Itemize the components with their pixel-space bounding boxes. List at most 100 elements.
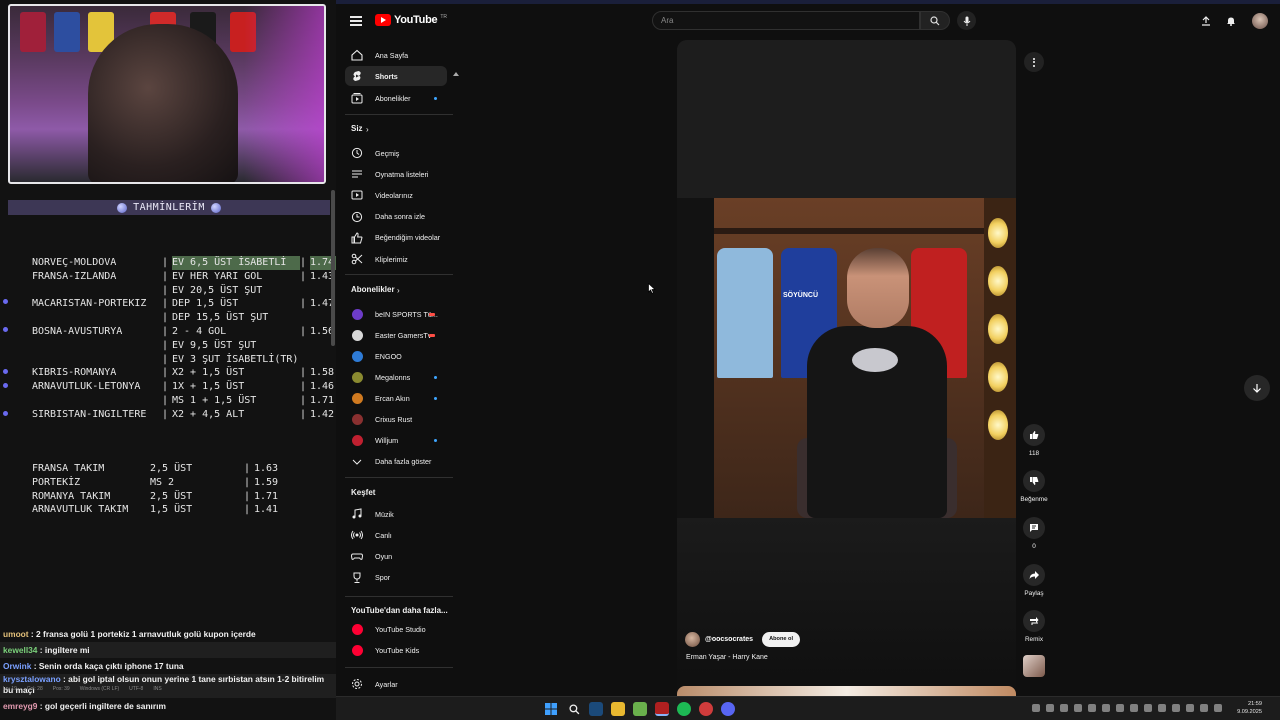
tray-icon[interactable] (1060, 704, 1068, 712)
tray-icon[interactable] (1102, 704, 1110, 712)
subscription-channel[interactable]: Crixus Rust (345, 410, 447, 430)
next-short-button[interactable] (1244, 375, 1270, 401)
status-item: Ln: 19 (3, 686, 17, 692)
start-icon[interactable] (544, 702, 558, 716)
tray-icon[interactable] (1172, 704, 1180, 712)
chat-username[interactable]: krysztalowano (3, 674, 61, 684)
more-actions-button[interactable] (1024, 52, 1044, 72)
channel-avatar (351, 350, 363, 362)
section-you[interactable]: Siz (351, 124, 363, 133)
city-shirt (717, 248, 773, 378)
notepad-icon[interactable] (633, 702, 647, 716)
channel-avatar (351, 414, 363, 426)
sidebar-item-like[interactable]: Beğendiğim videolar (345, 228, 447, 248)
sidebar-item-gaming[interactable]: Oyun (345, 546, 447, 566)
remix-button[interactable] (1023, 610, 1045, 632)
notifications-icon[interactable] (1224, 14, 1238, 28)
sound-thumbnail[interactable] (1023, 655, 1045, 677)
channel-avatar (351, 350, 363, 362)
channel-avatar (351, 329, 363, 341)
sidebar-item-live[interactable]: Canlı (345, 525, 447, 545)
sidebar-item-history[interactable]: Geçmiş (345, 143, 447, 163)
chat-username[interactable]: Orwink (3, 661, 31, 671)
subscription-channel[interactable]: Megalonns (345, 367, 447, 387)
sidebar-item-settings[interactable]: Ayarlar (345, 674, 447, 694)
new-content-dot (434, 396, 437, 400)
bet-match (32, 353, 162, 367)
subscription-channel[interactable]: Willjum (345, 431, 447, 451)
tray-icon[interactable] (1088, 704, 1096, 712)
tray-icon[interactable] (1046, 704, 1054, 712)
short-video[interactable]: SÖYÜNCÜ (677, 198, 1016, 518)
opera-gx-icon[interactable] (655, 702, 669, 716)
youtube-app-link[interactable]: YouTube Studio (345, 619, 447, 639)
subscription-channel[interactable]: ENGOO (345, 346, 447, 366)
section-subscriptions[interactable]: Abonelikler (351, 285, 395, 294)
share-button[interactable] (1023, 564, 1045, 586)
subscription-channel[interactable]: beIN SPORTS Tü... (345, 304, 447, 324)
sidebar-item-music[interactable]: Müzik (345, 504, 447, 524)
sidebar-item-label: Ana Sayfa (375, 50, 409, 60)
next-short-preview[interactable] (677, 686, 1016, 696)
search-button[interactable] (920, 11, 950, 30)
dislike-button[interactable] (1023, 470, 1045, 492)
chevron-right-icon: › (366, 125, 369, 134)
discord-icon[interactable] (721, 702, 735, 716)
channel-avatar[interactable] (685, 632, 700, 647)
subscription-channel[interactable]: Easter GamersTv (345, 325, 447, 345)
tray-icon[interactable] (1144, 704, 1152, 712)
show-more-button[interactable]: Daha fazla göster (345, 452, 447, 472)
section-more-from-youtube[interactable]: YouTube'dan daha fazla... (351, 606, 448, 615)
sidebar-item-subscriptions[interactable]: Abonelikler (345, 88, 447, 108)
sidebar-item-trophy[interactable]: Spor (345, 568, 447, 588)
subscribe-button[interactable]: Abone ol (762, 632, 801, 647)
spotify-icon[interactable] (677, 702, 691, 716)
tray-icon[interactable] (1214, 704, 1222, 712)
subscription-channel[interactable]: Ercan Akın (345, 388, 447, 408)
tray-icon[interactable] (1074, 704, 1082, 712)
chat-username[interactable]: umoot (3, 629, 29, 639)
chat-message: emreyg9 : gol geçerli ingiltere de sanır… (0, 698, 336, 714)
tray-icon[interactable] (1130, 704, 1138, 712)
menu-icon[interactable] (350, 16, 362, 26)
channel-name[interactable]: @oocsocrates (705, 636, 753, 643)
upload-icon[interactable] (1199, 14, 1213, 28)
chat-username[interactable]: emreyg9 (3, 701, 37, 711)
file-explorer-icon[interactable] (611, 702, 625, 716)
sidebar-item-playlist[interactable]: Oynatma listeleri (345, 164, 447, 184)
clock[interactable]: 21:59 9.09.2025 (1237, 700, 1262, 716)
sidebar-item-watch-later[interactable]: Daha sonra izle (345, 207, 447, 227)
sidebar-item-clips[interactable]: Kliplerimiz (345, 249, 447, 269)
section-explore[interactable]: Keşfet (351, 488, 375, 497)
guide-sidebar: Ana Sayfa Shorts Abonelikler Siz › Geçmiş Oyna… (336, 40, 460, 696)
status-item: Windows (CR LF) (79, 686, 120, 692)
scroll-up-icon[interactable] (453, 72, 459, 76)
account-avatar[interactable] (1252, 13, 1268, 29)
taskbar-search-icon[interactable] (567, 702, 581, 716)
tray-icon[interactable] (1116, 704, 1124, 712)
tray-icon[interactable] (1032, 704, 1040, 712)
voice-search-button[interactable] (957, 11, 976, 30)
tray-icon[interactable] (1186, 704, 1194, 712)
sidebar-item-home[interactable]: Ana Sayfa (345, 45, 447, 65)
tray-icon[interactable] (1200, 704, 1208, 712)
channel-avatar (351, 644, 363, 656)
youtube-app-link[interactable]: YouTube Kids (345, 640, 447, 660)
search-input[interactable]: Ara (652, 11, 920, 30)
tray-icon[interactable] (1158, 704, 1166, 712)
youtube-logo[interactable]: YouTube TR (375, 14, 447, 26)
steam-icon[interactable] (589, 702, 603, 716)
bet-pick: EV 6,5 ÜST İSABETLİ (172, 256, 300, 270)
bet-separator: | (300, 408, 307, 420)
sidebar-item-your-videos[interactable]: Videolarınız (345, 185, 447, 205)
editor-scrollbar[interactable] (331, 190, 335, 346)
channel-row: @oocsocrates Abone ol (685, 632, 801, 647)
short-title[interactable]: Erman Yaşar - Harry Kane (686, 654, 768, 661)
chrome-icon[interactable] (699, 702, 713, 716)
shorts-player[interactable]: SÖYÜNCÜ @oocsocrates Abone ol Erman Yaşa… (677, 40, 1016, 694)
sidebar-item-shorts[interactable]: Shorts (345, 66, 447, 86)
comments-button[interactable] (1023, 517, 1045, 539)
chat-username[interactable]: kewell34 (3, 645, 37, 655)
bet-separator: | (300, 367, 307, 379)
like-button[interactable] (1023, 424, 1045, 446)
